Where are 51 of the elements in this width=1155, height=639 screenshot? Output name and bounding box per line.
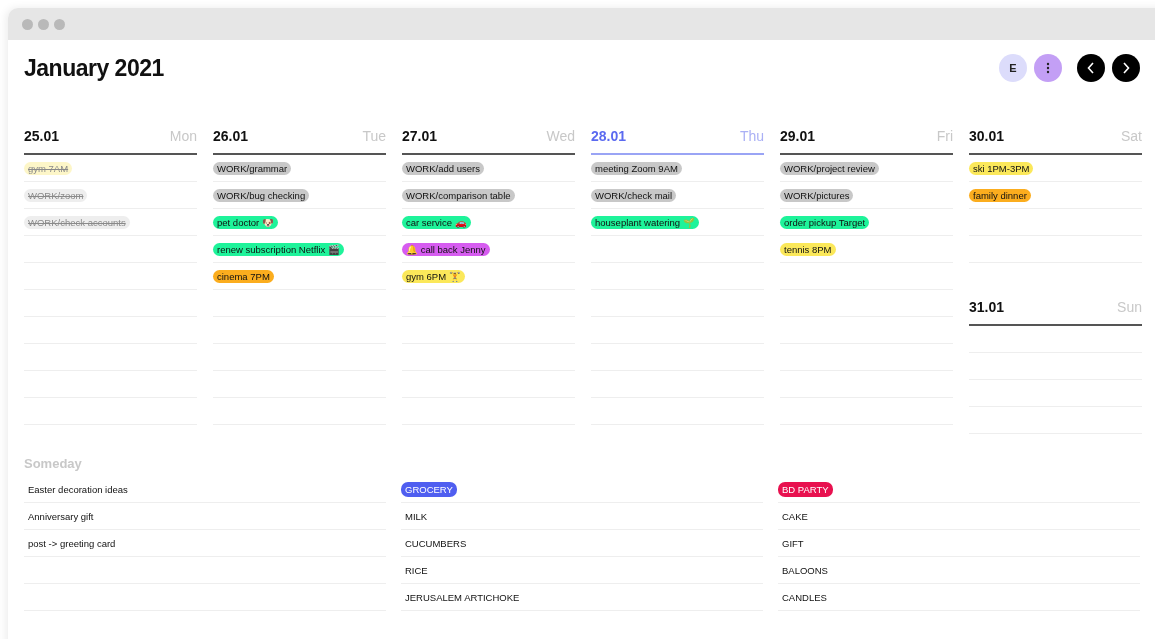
user-avatar[interactable]: E <box>999 54 1027 82</box>
list-item[interactable]: CUCUMBERS <box>401 537 467 549</box>
list-item[interactable]: RICE <box>401 564 428 576</box>
task-tag[interactable]: order pickup Target <box>780 215 870 229</box>
more-icon <box>1046 62 1050 74</box>
previous-button[interactable] <box>1077 54 1105 82</box>
list-tag[interactable]: GROCERY <box>401 481 457 497</box>
window-control-icon[interactable] <box>22 18 33 30</box>
list-item[interactable]: GIFT <box>778 537 804 549</box>
list-item[interactable]: CANDLES <box>778 591 827 603</box>
list-item[interactable]: CAKE <box>778 510 808 522</box>
chevron-left-icon <box>1087 62 1095 74</box>
day-date: 25.01 <box>24 128 60 144</box>
task-tag[interactable]: WORK/comparison table <box>402 188 515 202</box>
task-tag[interactable]: renew subscription Netflix 🎬 <box>213 242 344 256</box>
task-tag[interactable]: tennis 8PM <box>780 242 836 256</box>
next-button[interactable] <box>1112 54 1140 82</box>
task-tag[interactable]: car service 🚗 <box>402 215 471 229</box>
task-tag[interactable]: gym 6PM 🏋 <box>402 269 465 283</box>
day-date: 27.01 <box>402 128 438 144</box>
day-date: 28.01 <box>591 128 627 144</box>
task-tag[interactable]: family dinner <box>969 188 1031 202</box>
task-tag[interactable]: pet doctor 🐶 <box>213 215 278 229</box>
task-tag[interactable]: WORK/check mail <box>591 188 677 202</box>
more-button[interactable] <box>1034 54 1062 82</box>
task-tag[interactable]: meeting Zoom 9AM <box>591 161 682 175</box>
task-tag[interactable]: WORK/bug checking <box>213 188 310 202</box>
list-item[interactable]: Anniversary gift <box>24 510 94 522</box>
weekday-label: Thu <box>739 128 764 144</box>
list-item[interactable]: BALOONS <box>778 564 828 576</box>
task-tag[interactable]: WORK/pictures <box>780 188 854 202</box>
task-tag[interactable]: houseplant watering 🌱 <box>591 215 699 229</box>
day-date: 31.01 <box>969 299 1005 315</box>
chevron-right-icon <box>1122 62 1130 74</box>
window-control-icon[interactable] <box>38 18 49 30</box>
list-tag[interactable]: BD PARTY <box>778 481 833 497</box>
day-date: 30.01 <box>969 128 1005 144</box>
task-tag[interactable]: cinema 7PM <box>213 269 274 283</box>
day-date: 26.01 <box>213 128 249 144</box>
list-item[interactable]: post -> greeting card <box>24 537 116 549</box>
task-tag[interactable]: WORK/add users <box>402 161 484 175</box>
task-tag[interactable]: WORK/grammar <box>213 161 292 175</box>
task-tag[interactable]: ski 1PM-3PM <box>969 161 1034 175</box>
list-item[interactable]: JERUSALEM ARTICHOKE <box>401 591 520 603</box>
day-date: 29.01 <box>780 128 816 144</box>
month-title: January 2021 <box>24 54 164 82</box>
list-item[interactable]: MILK <box>401 510 428 522</box>
task-tag[interactable]: WORK/project review <box>780 161 879 175</box>
window-control-icon[interactable] <box>54 18 65 30</box>
task-tag[interactable]: 🔔 call back Jenny <box>402 242 490 256</box>
list-item[interactable]: Easter decoration ideas <box>24 483 128 495</box>
